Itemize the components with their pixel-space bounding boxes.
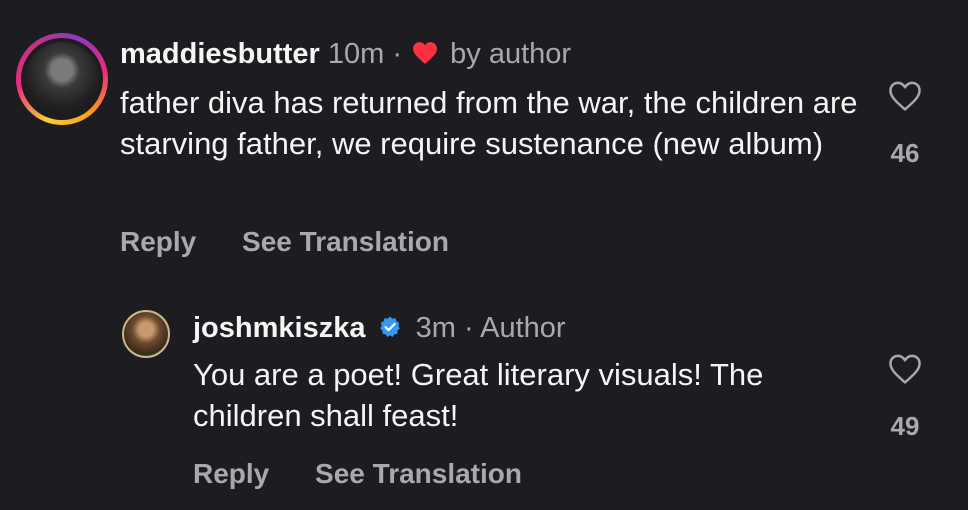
- see-translation-button[interactable]: See Translation: [315, 458, 522, 489]
- comment-header: joshmkiszka 3m · Author: [193, 310, 566, 346]
- verified-badge-icon: [379, 316, 400, 338]
- heart-outline-icon[interactable]: [887, 353, 923, 385]
- author-label: Author: [480, 312, 566, 344]
- avatar[interactable]: [25, 42, 99, 116]
- separator: ·: [463, 312, 474, 344]
- like-count: 49: [890, 411, 920, 441]
- username[interactable]: joshmkiszka: [193, 312, 365, 344]
- timestamp: 3m: [415, 312, 456, 344]
- reply-button[interactable]: Reply: [193, 458, 269, 489]
- comment-text: You are a poet! Great literary visuals! …: [193, 357, 764, 433]
- comment-actions: Reply See Translation: [193, 458, 560, 490]
- avatar[interactable]: [122, 310, 170, 358]
- like-column: 49: [875, 353, 935, 442]
- reply-comment: joshmkiszka 3m · Author You are a poet! …: [0, 0, 968, 510]
- comment-thread: maddiesbutter 10m · by author father div…: [0, 0, 968, 510]
